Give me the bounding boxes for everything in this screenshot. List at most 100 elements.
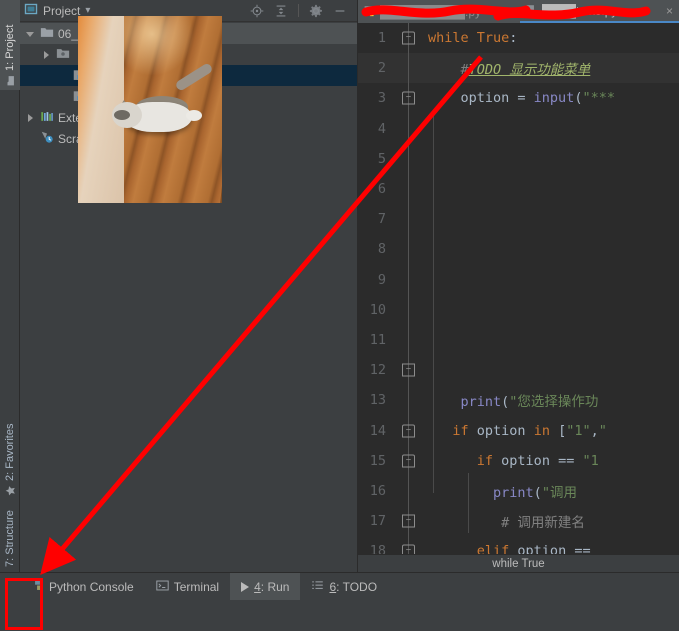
line-number: 15: [369, 452, 386, 469]
line-number: 12: [369, 362, 386, 379]
code-line[interactable]: 8: [358, 234, 679, 265]
tool-tab-run-suffix: : Run: [260, 579, 290, 594]
run-play-icon: [241, 581, 250, 592]
code-line[interactable]: 13 print("您选择操作功: [358, 385, 679, 416]
code-text: option = input("***: [428, 90, 615, 107]
folder-icon: [5, 75, 16, 87]
gutter: [392, 324, 426, 356]
scratches-icon: [40, 130, 54, 147]
code-line[interactable]: 16 print("调用: [358, 475, 679, 506]
line-number: 3: [377, 90, 386, 107]
code-line[interactable]: 7: [358, 204, 679, 235]
code-line[interactable]: 10: [358, 294, 679, 325]
gutter: [392, 264, 426, 295]
cat-face: [114, 110, 130, 120]
close-icon[interactable]: ×: [666, 4, 673, 18]
light-glow: [124, 16, 194, 76]
line-number: 14: [369, 422, 386, 439]
code-text: #TODO 显示功能菜单: [428, 62, 591, 79]
fold-marker[interactable]: [402, 31, 415, 45]
fold-marker[interactable]: [402, 514, 415, 528]
line-number: 8: [377, 241, 386, 258]
collapse-all-icon[interactable]: [274, 4, 288, 18]
code-line[interactable]: 12: [358, 355, 679, 386]
toolbar-divider: [298, 4, 299, 17]
bottom-tool-bar: Python Console Terminal 4: Run 6: TODO: [0, 572, 679, 631]
code-line[interactable]: 14 if option in ["1",": [358, 415, 679, 446]
close-icon[interactable]: ×: [507, 5, 514, 19]
code-line[interactable]: 18 elif option ==: [358, 536, 679, 554]
code-text: while True:: [428, 30, 518, 47]
code-line[interactable]: 6: [358, 173, 679, 205]
editor-breadcrumb[interactable]: while True: [358, 554, 679, 572]
chevron-right-icon[interactable]: [24, 112, 36, 124]
line-number: 10: [369, 301, 386, 318]
editor-tab-1[interactable]: ██████████.py ×: [358, 0, 520, 23]
python-file-icon: [363, 5, 376, 18]
gutter: [392, 506, 426, 537]
tool-tab-python-console-label: Python Console: [49, 579, 134, 594]
code-text: print("您选择操作功: [460, 394, 599, 411]
code-line[interactable]: 2 #TODO 显示功能菜单: [358, 53, 679, 84]
cat-paw: [186, 110, 202, 121]
folder-icon: [40, 26, 54, 42]
code-text: if option == "1: [476, 452, 599, 469]
sidebar-item-structure-label: 7: Structure: [4, 510, 16, 567]
code-line[interactable]: 9: [358, 264, 679, 295]
editor-area: ██████████.py × ████tools.py × 1 while T…: [358, 0, 679, 572]
tool-tab-run[interactable]: 4: Run: [230, 573, 301, 600]
tool-tab-run-label: 4: Run: [254, 580, 289, 594]
gutter: [392, 234, 426, 265]
left-tool-strip: 1: Project 2: Favorites 7: Structure: [0, 0, 20, 631]
line-number: 13: [369, 392, 386, 409]
line-number: 9: [377, 271, 386, 288]
gutter: [392, 445, 426, 476]
gutter: [392, 83, 426, 114]
gear-icon[interactable]: [309, 4, 323, 18]
code-line[interactable]: 11: [358, 324, 679, 356]
fold-marker[interactable]: [402, 454, 415, 468]
code-line[interactable]: 15 if option == "1: [358, 445, 679, 476]
chevron-down-icon[interactable]: ▾: [85, 5, 90, 16]
terminal-icon: [156, 579, 169, 595]
fold-marker[interactable]: [402, 424, 415, 438]
gutter: [392, 113, 426, 144]
sidebar-item-project[interactable]: 1: Project: [0, 0, 20, 90]
minimize-icon[interactable]: [333, 4, 347, 18]
gutter: [392, 385, 426, 416]
code-line[interactable]: 3 option = input("***: [358, 83, 679, 114]
code-line[interactable]: 4: [358, 113, 679, 144]
fold-marker[interactable]: [402, 91, 415, 105]
cat-on-stairs-image: [78, 16, 222, 203]
chevron-right-icon[interactable]: [40, 49, 52, 61]
code-line[interactable]: 17 # 调用新建名: [358, 506, 679, 537]
code-text: if option in ["1",": [452, 422, 607, 439]
chevron-down-icon[interactable]: [24, 28, 36, 40]
gutter: [392, 204, 426, 235]
fold-marker[interactable]: [402, 544, 415, 554]
code-text: elif option ==: [476, 543, 599, 554]
code-editor[interactable]: 1 while True: 2 #TODO 显示功能菜单 3 option = …: [358, 23, 679, 554]
tool-tab-todo-suffix: : TODO: [336, 579, 378, 594]
gutter: [392, 294, 426, 325]
code-text: # 调用新建名: [428, 515, 585, 532]
project-window-icon: [24, 2, 38, 19]
code-line[interactable]: 5: [358, 143, 679, 174]
tool-tab-terminal[interactable]: Terminal: [145, 573, 230, 600]
line-number: 11: [369, 331, 386, 348]
gutter: [392, 475, 426, 506]
fold-marker[interactable]: [402, 363, 415, 377]
locate-target-icon[interactable]: [250, 4, 264, 18]
editor-tab-2[interactable]: ████tools.py ×: [520, 0, 679, 23]
tool-tab-todo[interactable]: 6: TODO: [300, 573, 388, 600]
line-number: 4: [377, 120, 386, 137]
tool-tab-terminal-label: Terminal: [173, 579, 220, 594]
sidebar-item-favorites-label: 2: Favorites: [4, 423, 16, 481]
sidebar-item-project-label: 1: Project: [4, 24, 16, 71]
code-line[interactable]: 1 while True:: [358, 23, 679, 54]
sidebar-item-favorites[interactable]: 2: Favorites: [0, 408, 20, 500]
gutter: [392, 23, 426, 54]
editor-tab-bar: ██████████.py × ████tools.py ×: [358, 0, 679, 23]
